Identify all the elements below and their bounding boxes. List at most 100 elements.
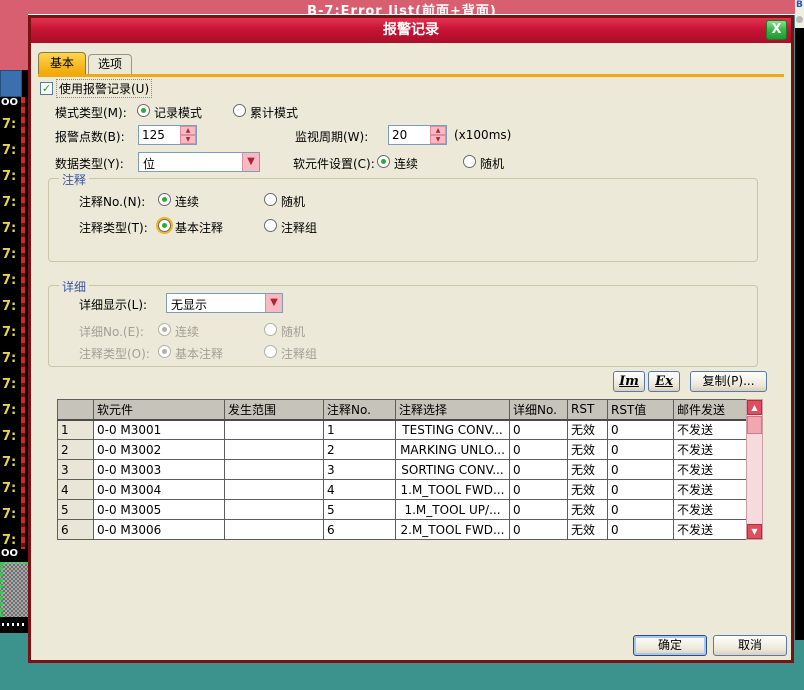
cell-mail[interactable]: 不发送 — [674, 420, 747, 440]
cell-comment-select[interactable]: 1.M_TOOL FWD... — [396, 480, 510, 500]
cell-detail-no[interactable]: 0 — [510, 460, 568, 480]
alarm-points-value[interactable]: 125 — [142, 128, 165, 142]
watch-cycle-down-icon[interactable]: ▼ — [430, 135, 446, 144]
cell-comment-no[interactable]: 4 — [324, 480, 396, 500]
left-strip-pink-segment — [0, 0, 28, 70]
cell-range[interactable] — [225, 440, 324, 460]
cell-rst-value[interactable]: 0 — [608, 500, 674, 520]
mode-type-record-label[interactable]: 记录模式 — [154, 104, 202, 121]
background-right-strip: B — [795, 0, 804, 690]
device-setting-continuous-label[interactable]: 连续 — [394, 155, 418, 172]
use-alarm-record-label[interactable]: 使用报警记录(U) — [57, 80, 151, 97]
cell-range[interactable] — [225, 480, 324, 500]
cell-rst[interactable]: 无效 — [568, 520, 608, 540]
cell-comment-no[interactable]: 5 — [324, 500, 396, 520]
alarm-points-up-icon[interactable]: ▲ — [180, 126, 196, 135]
mode-type-radio-record[interactable] — [137, 104, 150, 117]
cell-rst-value[interactable]: 0 — [608, 480, 674, 500]
export-button[interactable]: Ex — [648, 371, 680, 392]
watch-cycle-stepper[interactable]: 20 ▲ ▼ — [388, 125, 447, 145]
comment-type-radio-basic[interactable] — [158, 219, 171, 232]
detail-comment-type-radio-basic — [158, 345, 171, 358]
cell-comment-no[interactable]: 6 — [324, 520, 396, 540]
comment-type-group-label[interactable]: 注释组 — [281, 219, 317, 236]
cell-range[interactable] — [225, 420, 324, 440]
cell-device[interactable]: 0-0 M3003 — [94, 460, 225, 480]
table-scrollbar[interactable]: ▲ ▼ — [746, 399, 763, 540]
comment-no-random-label[interactable]: 随机 — [281, 193, 305, 210]
cell-rst-value[interactable]: 0 — [608, 520, 674, 540]
scrollbar-up-icon[interactable]: ▲ — [747, 400, 762, 415]
cell-mail[interactable]: 不发送 — [674, 440, 747, 460]
detail-group-title: 详细 — [59, 278, 89, 295]
cell-device[interactable]: 0-0 M3006 — [94, 520, 225, 540]
detail-display-dropdown-icon[interactable]: ▼ — [265, 294, 282, 312]
ok-button[interactable]: 确定 — [633, 635, 707, 656]
watch-cycle-value[interactable]: 20 — [392, 128, 407, 142]
cell-rst[interactable]: 无效 — [568, 480, 608, 500]
cell-mail[interactable]: 不发送 — [674, 460, 747, 480]
cell-range[interactable] — [225, 460, 324, 480]
cell-comment-select[interactable]: 2.M_TOOL FWD... — [396, 520, 510, 540]
tab-options[interactable]: 选项 — [88, 54, 132, 74]
cell-mail[interactable]: 不发送 — [674, 500, 747, 520]
cell-mail[interactable]: 不发送 — [674, 480, 747, 500]
copy-button[interactable]: 复制(P)... — [690, 371, 767, 392]
use-alarm-record-checkbox[interactable]: ✓ — [40, 82, 53, 95]
cell-mail[interactable]: 不发送 — [674, 520, 747, 540]
comment-no-radio-random[interactable] — [264, 193, 277, 206]
cell-comment-select[interactable]: SORTING CONV... — [396, 460, 510, 480]
cell-comment-no[interactable]: 1 — [324, 420, 396, 440]
data-type-dropdown-icon[interactable]: ▼ — [242, 153, 259, 171]
left-strip-digits: 7:7:7:7:7:7:7:7:7:7:7:7:7:7:7:7:7: — [2, 112, 20, 554]
cancel-button[interactable]: 取消 — [713, 635, 787, 656]
mode-type-radio-cumulative[interactable] — [233, 104, 246, 117]
alarm-points-stepper[interactable]: 125 ▲ ▼ — [138, 125, 197, 145]
cell-detail-no[interactable]: 0 — [510, 500, 568, 520]
cell-detail-no[interactable]: 0 — [510, 480, 568, 500]
cell-range[interactable] — [225, 500, 324, 520]
scrollbar-thumb[interactable] — [747, 416, 762, 434]
cell-rst-value[interactable]: 0 — [608, 440, 674, 460]
data-type-select[interactable]: 位 ▼ — [138, 152, 260, 172]
scrollbar-down-icon[interactable]: ▼ — [747, 524, 762, 539]
cell-detail-no[interactable]: 0 — [510, 420, 568, 440]
cell-rst[interactable]: 无效 — [568, 440, 608, 460]
comment-no-radio-continuous[interactable] — [158, 193, 171, 206]
cell-device[interactable]: 0-0 M3004 — [94, 480, 225, 500]
cell-device[interactable]: 0-0 M3005 — [94, 500, 225, 520]
dialog-title: 报警记录 — [383, 22, 439, 38]
device-setting-radio-random[interactable] — [463, 155, 476, 168]
cell-device[interactable]: 0-0 M3001 — [94, 420, 225, 440]
cell-detail-no[interactable]: 0 — [510, 520, 568, 540]
watch-cycle-up-icon[interactable]: ▲ — [430, 126, 446, 135]
detail-display-select[interactable]: 无显示 ▼ — [166, 293, 283, 313]
cell-range[interactable] — [225, 520, 324, 540]
alarm-points-down-icon[interactable]: ▼ — [180, 135, 196, 144]
cell-comment-select[interactable]: TESTING CONV... — [396, 420, 510, 440]
device-setting-random-label[interactable]: 随机 — [480, 155, 504, 172]
cell-device[interactable]: 0-0 M3002 — [94, 440, 225, 460]
comment-no-continuous-label[interactable]: 连续 — [175, 193, 199, 210]
import-button[interactable]: Im — [613, 371, 645, 392]
cell-rst-value[interactable]: 0 — [608, 460, 674, 480]
tab-basic[interactable]: 基本 — [38, 52, 86, 74]
comment-group: 注释 注释No.(N): 连续 随机 注释类型(T): 基本注释 注释组 — [48, 178, 758, 262]
cell-rst[interactable]: 无效 — [568, 460, 608, 480]
cell-rst[interactable]: 无效 — [568, 500, 608, 520]
close-icon[interactable]: X — [766, 20, 787, 40]
cell-comment-select[interactable]: MARKING UNLO... — [396, 440, 510, 460]
cell-comment-select[interactable]: 1.M_TOOL UP/... — [396, 500, 510, 520]
cell-comment-no[interactable]: 2 — [324, 440, 396, 460]
cell-detail-no[interactable]: 0 — [510, 440, 568, 460]
cell-rst-value[interactable]: 0 — [608, 420, 674, 440]
comment-type-radio-group[interactable] — [264, 219, 277, 232]
alarm-points-label: 报警点数(B): — [55, 128, 125, 145]
cell-rst[interactable]: 无效 — [568, 420, 608, 440]
cell-comment-no[interactable]: 3 — [324, 460, 396, 480]
background-left-strip: OO 7:7:7:7:7:7:7:7:7:7:7:7:7:7:7:7:7: OO — [0, 0, 28, 690]
device-setting-radio-continuous[interactable] — [377, 155, 390, 168]
dialog-titlebar[interactable]: 报警记录 X — [31, 18, 791, 43]
comment-type-basic-label[interactable]: 基本注释 — [175, 219, 223, 236]
mode-type-cumulative-label[interactable]: 累计模式 — [250, 104, 298, 121]
